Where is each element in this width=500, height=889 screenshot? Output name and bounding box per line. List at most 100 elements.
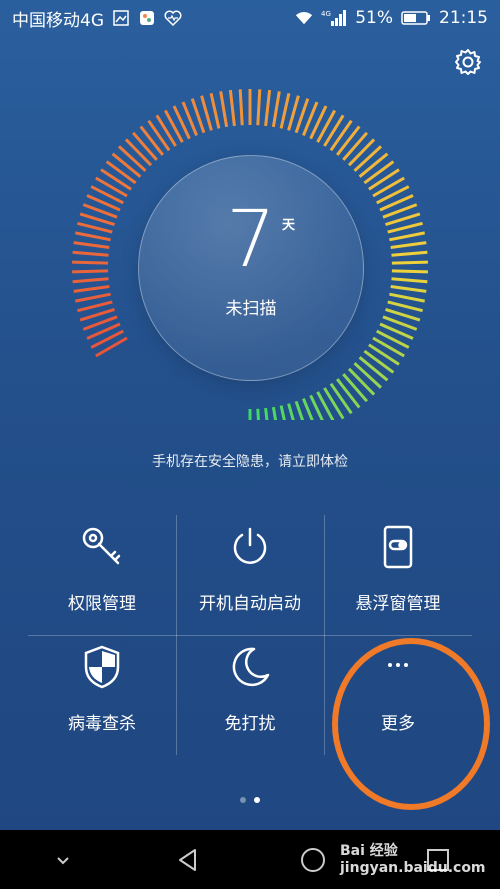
security-tip: 手机存在安全隐患，请立即体检 — [152, 454, 348, 470]
dial-tick — [347, 138, 376, 167]
page-dot-active[interactable] — [254, 797, 260, 803]
chevron-down-icon — [56, 856, 69, 864]
dial-tick — [124, 138, 153, 167]
dial-tick — [256, 408, 260, 420]
dial-tick — [271, 406, 278, 420]
dial-tick — [139, 125, 164, 156]
dial-tick — [100, 168, 132, 191]
dial-tick — [77, 221, 113, 234]
grid-label: 免打扰 — [224, 714, 276, 734]
dial-tick — [209, 92, 221, 129]
dial-tick — [391, 277, 428, 284]
heart-monitor-icon — [164, 9, 182, 27]
page-indicator — [0, 797, 500, 803]
days-unit: 天 — [282, 218, 296, 233]
key-icon — [78, 523, 126, 571]
dial-tick — [77, 300, 113, 313]
dial-tick — [387, 300, 423, 313]
grid-label: 开机自动启动 — [199, 594, 301, 614]
dial-tick — [342, 373, 369, 403]
dial-tick — [368, 343, 400, 366]
dial-tick — [72, 260, 109, 265]
phone-toggle-icon — [374, 523, 422, 571]
dial-tick — [358, 152, 389, 178]
back-triangle-icon — [178, 848, 196, 871]
signal-icon: 4G — [321, 9, 347, 27]
grid-label: 病毒查杀 — [68, 714, 136, 734]
app-notification-icon — [138, 9, 156, 27]
dial-tick — [329, 119, 353, 152]
scan-circle[interactable]: 7 天 未扫描 — [138, 155, 364, 381]
dial-tick — [75, 231, 111, 242]
dial-tick — [256, 89, 262, 126]
carrier-label: 中国移动4G — [12, 10, 104, 31]
dial-tick — [279, 405, 286, 420]
dial-tick — [391, 260, 428, 265]
dial-tick — [342, 131, 369, 161]
dial-tick — [72, 277, 109, 284]
dial-tick — [323, 114, 345, 147]
permission-manager-button[interactable]: 权限管理 — [28, 515, 176, 635]
floating-window-manager-button[interactable]: 悬浮窗管理 — [324, 515, 472, 635]
dial-tick — [336, 378, 361, 409]
scan-status: 未扫描 — [225, 299, 277, 319]
dial-tick — [72, 250, 109, 257]
dial-tick — [358, 356, 389, 382]
virus-scan-button[interactable]: 病毒查杀 — [28, 635, 176, 755]
dial-tick — [353, 362, 383, 389]
dial-tick — [323, 387, 345, 420]
dial-tick — [347, 367, 376, 396]
dial-tick — [219, 91, 229, 128]
dial-tick — [271, 91, 281, 128]
dial-tick — [391, 269, 428, 274]
dial-tick — [75, 292, 111, 303]
grid-label: 悬浮窗管理 — [355, 594, 441, 614]
shield-icon — [78, 643, 126, 691]
dial-tick — [372, 176, 405, 198]
dial-tick — [389, 231, 425, 242]
dial-tick — [238, 89, 244, 126]
dial-tick — [131, 131, 158, 161]
status-bar: 中国移动4G 4G 51% 21:15 — [0, 0, 500, 36]
grid-label: 权限管理 — [68, 594, 136, 614]
moon-icon — [226, 643, 274, 691]
power-icon — [226, 523, 274, 571]
dial-tick — [72, 269, 109, 274]
dial-tick — [391, 250, 428, 257]
back-button[interactable] — [168, 840, 208, 880]
dial-tick — [390, 285, 427, 293]
dial-tick — [363, 349, 395, 374]
image-icon — [112, 9, 130, 27]
dial-tick — [279, 92, 291, 129]
page-dot[interactable] — [240, 797, 246, 803]
dial-tick — [309, 394, 324, 420]
dial-tick — [105, 160, 137, 185]
dial-tick — [111, 152, 142, 178]
watermark: Bai 经验 jingyan.baidu.com — [340, 843, 486, 876]
dial-tick — [155, 114, 177, 147]
dial-tick — [264, 89, 272, 127]
wifi-icon — [295, 9, 313, 27]
collapse-button[interactable] — [43, 840, 83, 880]
dial-tick — [336, 125, 361, 156]
startup-manager-button[interactable]: 开机自动启动 — [176, 515, 324, 635]
highlight-ring — [332, 638, 490, 810]
home-circle-icon — [300, 847, 325, 872]
dial-tick — [329, 382, 353, 415]
home-button[interactable] — [293, 840, 333, 880]
battery-percent: 51% — [355, 8, 393, 28]
dial-tick — [368, 168, 400, 191]
dial-tick — [387, 221, 423, 234]
dial-tick — [287, 95, 300, 131]
dial-tick — [390, 241, 427, 249]
dial-tick — [264, 407, 269, 420]
do-not-disturb-button[interactable]: 免打扰 — [176, 635, 324, 755]
dial-tick — [73, 285, 110, 293]
dial-tick — [363, 160, 395, 185]
dial-tick — [95, 336, 128, 358]
dial-tick — [228, 89, 236, 127]
dial-tick — [117, 145, 147, 172]
dial-tick — [372, 336, 405, 358]
days-count: 7 — [226, 195, 276, 285]
svg-text:4G: 4G — [321, 10, 331, 18]
